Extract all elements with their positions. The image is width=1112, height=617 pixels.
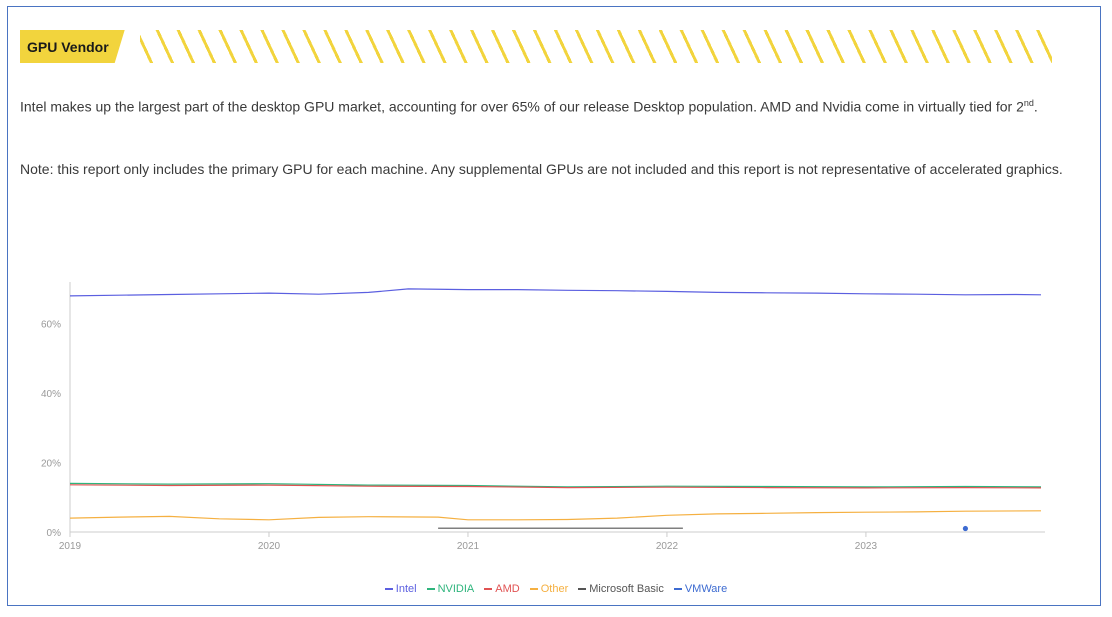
legend-item-other[interactable]: Other xyxy=(529,583,569,595)
chart-legend: Intel NVIDIA AMD Other Microsoft Basic VMWare xyxy=(0,583,1112,595)
legend-label: Other xyxy=(540,583,569,595)
legend-label: NVIDIA xyxy=(437,583,475,595)
x-tick-label: 2022 xyxy=(656,541,679,552)
legend-swatch xyxy=(673,588,682,590)
legend-item-intel[interactable]: Intel xyxy=(384,583,417,595)
legend-item-vmware[interactable]: VMWare xyxy=(673,583,728,595)
legend-label: AMD xyxy=(495,583,520,595)
note-paragraph: Note: this report only includes the prim… xyxy=(20,161,1063,177)
description-end: . xyxy=(1033,98,1038,115)
line-chart: 0% 20% 40% 60% 2019 2020 2021 2022 2023 xyxy=(41,282,1045,552)
description-text: Intel makes up the largest part of the d… xyxy=(20,98,1024,115)
description-paragraph: Intel makes up the largest part of the d… xyxy=(20,90,1070,121)
y-tick-label: 0% xyxy=(47,528,62,539)
series-other-line xyxy=(69,510,1042,521)
series-intel-line xyxy=(69,288,1042,297)
legend-item-microsoft-basic[interactable]: Microsoft Basic xyxy=(578,583,664,595)
legend-item-amd[interactable]: AMD xyxy=(484,583,520,595)
y-tick-label: 20% xyxy=(41,459,61,470)
x-tick-label: 2020 xyxy=(258,541,281,552)
legend-label: VMWare xyxy=(684,583,728,595)
x-tick-label: 2021 xyxy=(457,541,480,552)
legend-label: Microsoft Basic xyxy=(589,583,664,595)
ordinal-suffix: nd xyxy=(1023,98,1034,108)
gpu-vendor-chart: 0% 20% 40% 60% 2019 2020 2021 2022 2023 xyxy=(20,270,1090,605)
legend-swatch xyxy=(384,588,393,590)
legend-swatch xyxy=(578,588,587,590)
series-vmware-point xyxy=(962,525,969,532)
x-tick-label: 2019 xyxy=(59,541,82,552)
legend-swatch xyxy=(529,588,538,590)
section-header: GPU Vendor xyxy=(20,30,1052,63)
legend-swatch xyxy=(426,588,435,590)
header-hatch-decoration xyxy=(140,30,1052,63)
legend-item-nvidia[interactable]: NVIDIA xyxy=(426,583,475,595)
x-tick-label: 2023 xyxy=(855,541,878,552)
y-tick-label: 40% xyxy=(41,389,61,400)
section-title: GPU Vendor xyxy=(20,30,125,63)
legend-label: Intel xyxy=(395,583,417,595)
y-tick-label: 60% xyxy=(41,320,61,331)
legend-swatch xyxy=(484,588,493,590)
